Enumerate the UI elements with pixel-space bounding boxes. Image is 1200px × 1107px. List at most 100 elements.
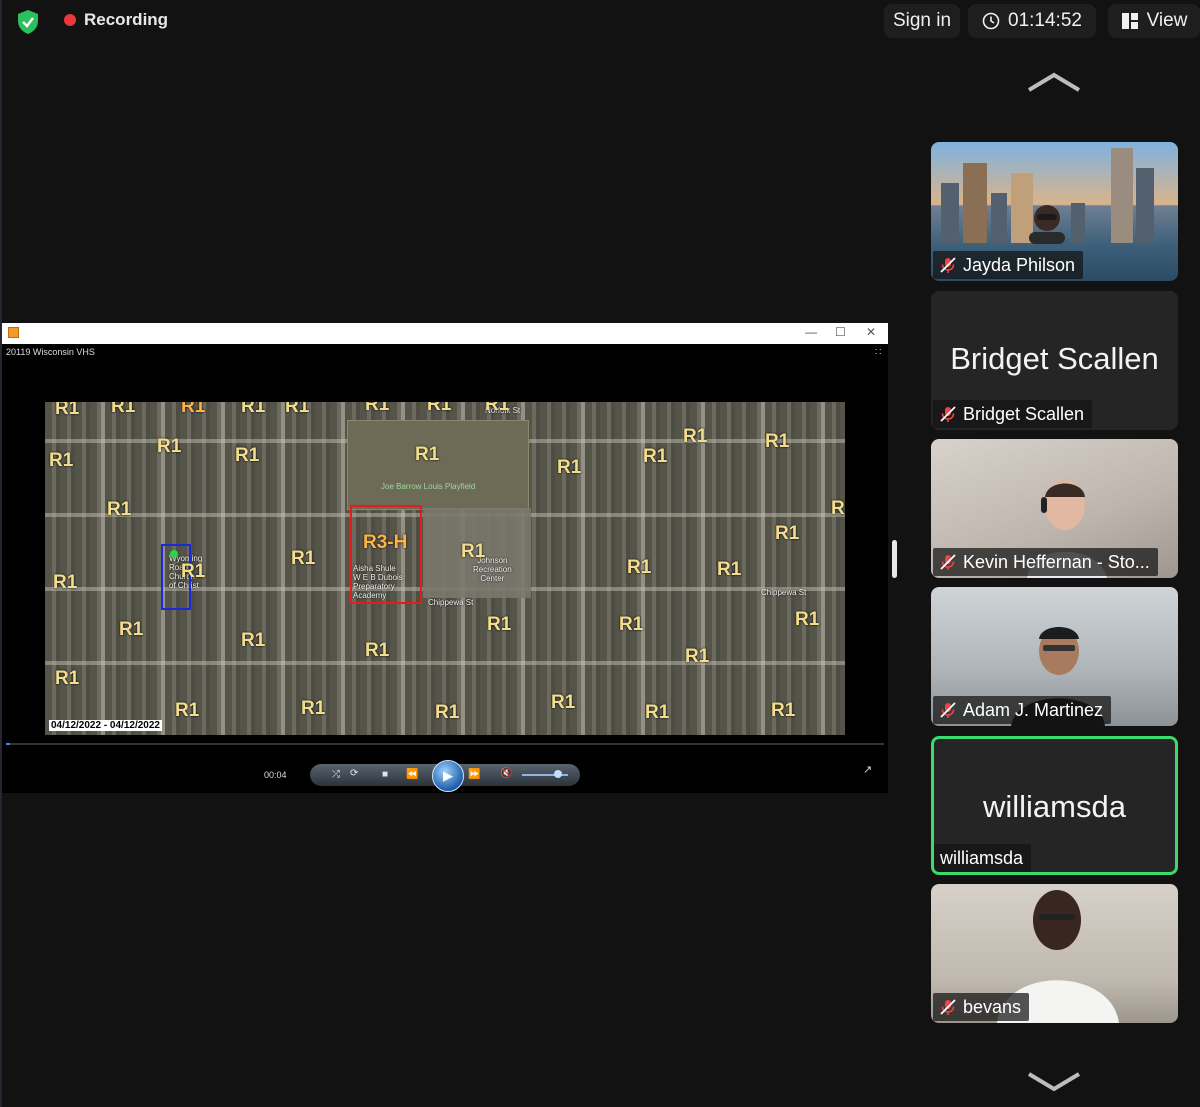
shield-icon[interactable] — [16, 9, 40, 35]
participant-name-tag: Adam J. Martinez — [933, 696, 1112, 724]
repeat-icon[interactable]: ⟳ — [350, 768, 358, 779]
zone-label: R1 — [795, 609, 820, 630]
mute-icon[interactable]: 🔇 — [500, 768, 512, 779]
seek-bar-fill — [6, 743, 11, 745]
zone-label-r3h: R3-H — [363, 532, 408, 553]
meeting-timer: 01:14:52 — [968, 4, 1096, 38]
recording-indicator[interactable]: Recording — [64, 10, 168, 30]
zone-label: R1 — [241, 630, 266, 651]
zone-label: R1 — [427, 402, 452, 415]
zone-label: R1 — [55, 402, 80, 419]
zone-label: R1 — [365, 640, 390, 661]
sign-in-label: Sign in — [892, 10, 952, 31]
participant-tile[interactable]: bevans — [931, 884, 1178, 1023]
street-label-chippewa-east: Chippewa St — [761, 588, 807, 597]
shuffle-icon[interactable]: ⤮ — [332, 769, 340, 780]
zone-label: R1 — [181, 402, 206, 417]
playfield-label: Joe Barrow Louis Playfield — [381, 482, 476, 491]
participant-tile[interactable]: Jayda Philson — [931, 142, 1178, 281]
date-range-label: 04/12/2022 - 04/12/2022 — [49, 720, 162, 731]
participant-name: Adam J. Martinez — [963, 699, 1104, 720]
zone-label: R1 — [717, 559, 742, 580]
minimize-icon[interactable]: — — [805, 325, 817, 339]
zone-label: R1 — [285, 402, 310, 417]
participant-name-tag: bevans — [933, 993, 1030, 1021]
zone-label: R1 — [241, 402, 266, 417]
switch-to-now-playing-icon[interactable]: ↗ — [863, 763, 872, 776]
close-icon[interactable]: ✕ — [866, 325, 876, 339]
participant-name-tag: williamsda — [934, 844, 1032, 872]
participant-name-tag: Jayda Philson — [933, 251, 1084, 279]
timer-value: 01:14:52 — [1008, 10, 1082, 31]
splitter-handle[interactable] — [892, 540, 897, 578]
chevron-up-icon[interactable] — [1026, 72, 1082, 92]
participant-tile-active-speaker[interactable]: williamsda williamsda — [931, 736, 1178, 875]
participant-tile[interactable]: Bridget Scallen Bridget Scallen — [931, 291, 1178, 430]
zone-label: R1 — [771, 700, 796, 721]
zone-label: R1 — [119, 619, 144, 640]
zone-label: R1 — [461, 541, 486, 562]
zone-label: R1 — [111, 402, 136, 417]
player-controls: ⤮ ⟳ ■ ⏪ ▶ ⏩ 🔇 — [310, 760, 580, 792]
zone-label: R1 — [487, 614, 512, 635]
zone-label: R1 — [435, 702, 460, 723]
media-player-icon — [8, 327, 19, 338]
location-pin-icon — [170, 550, 178, 558]
next-icon[interactable]: ⏩ — [468, 769, 480, 780]
participant-tile[interactable]: Kevin Heffernan - Sto... — [931, 439, 1178, 578]
mic-muted-icon — [940, 406, 956, 422]
shared-window-titlebar: — ☐ ✕ — [2, 323, 888, 344]
video-title: 20119 Wisconsin VHS — [6, 347, 95, 357]
participant-name-tag: Kevin Heffernan - Sto... — [933, 548, 1158, 576]
zone-label: R1 — [557, 457, 582, 478]
zone-label: R1 — [775, 523, 800, 544]
chevron-down-icon[interactable] — [1026, 1071, 1082, 1091]
zone-label: R1 — [365, 402, 390, 415]
fullscreen-icon[interactable]: ∷ — [875, 347, 881, 358]
recording-dot-icon — [64, 14, 76, 26]
participant-name-tag: Bridget Scallen — [933, 400, 1093, 428]
meeting-top-bar: Recording Sign in 01:14:52 View — [0, 0, 1200, 44]
zone-label: R1 — [55, 668, 80, 689]
participant-name: Bridget Scallen — [963, 403, 1085, 424]
participant-name: Kevin Heffernan - Sto... — [963, 551, 1150, 572]
mic-muted-icon — [940, 554, 956, 570]
participant-display-name: Bridget Scallen — [950, 341, 1159, 376]
zone-label: R1 — [765, 431, 790, 452]
previous-icon[interactable]: ⏪ — [406, 769, 418, 780]
elapsed-time: 00:04 — [264, 770, 287, 780]
zone-label: R1 — [53, 572, 78, 593]
zone-label: R1 — [291, 548, 316, 569]
participant-name: bevans — [963, 996, 1022, 1017]
recording-label: Recording — [84, 10, 169, 29]
street-label-chippewa: Chippewa St — [428, 598, 474, 607]
participant-display-name: williamsda — [983, 789, 1126, 824]
zone-label: R1 — [685, 646, 710, 667]
seek-bar[interactable] — [6, 743, 884, 745]
zone-label: R1 — [235, 445, 260, 466]
shared-screen[interactable]: — ☐ ✕ 20119 Wisconsin VHS ∷ Joe Barrow L… — [2, 323, 888, 793]
zone-label: R1 — [175, 700, 200, 721]
zone-label: R1 — [551, 692, 576, 713]
maximize-icon[interactable]: ☐ — [835, 325, 846, 339]
participant-name: Jayda Philson — [963, 254, 1076, 275]
participant-tile[interactable]: Adam J. Martinez — [931, 587, 1178, 726]
mic-muted-icon — [940, 257, 956, 273]
clock-icon — [982, 12, 1000, 30]
zone-label: R1 — [831, 498, 845, 519]
zone-label: R1 — [107, 499, 132, 520]
sign-in-button[interactable]: Sign in — [884, 4, 960, 38]
view-button[interactable]: View — [1108, 4, 1200, 38]
stop-icon[interactable]: ■ — [382, 769, 388, 780]
zone-label: R1 — [627, 557, 652, 578]
zone-label: R1 — [485, 402, 510, 415]
view-grid-icon — [1121, 13, 1138, 29]
participant-name: williamsda — [940, 847, 1024, 868]
zone-label: R1 — [645, 702, 670, 723]
participant-video — [1029, 205, 1065, 244]
zone-label: R1 — [181, 561, 206, 582]
zone-label: R1 — [301, 698, 326, 719]
play-button[interactable]: ▶ — [432, 760, 464, 792]
volume-knob[interactable] — [554, 770, 562, 778]
zone-label: R1 — [643, 446, 668, 467]
